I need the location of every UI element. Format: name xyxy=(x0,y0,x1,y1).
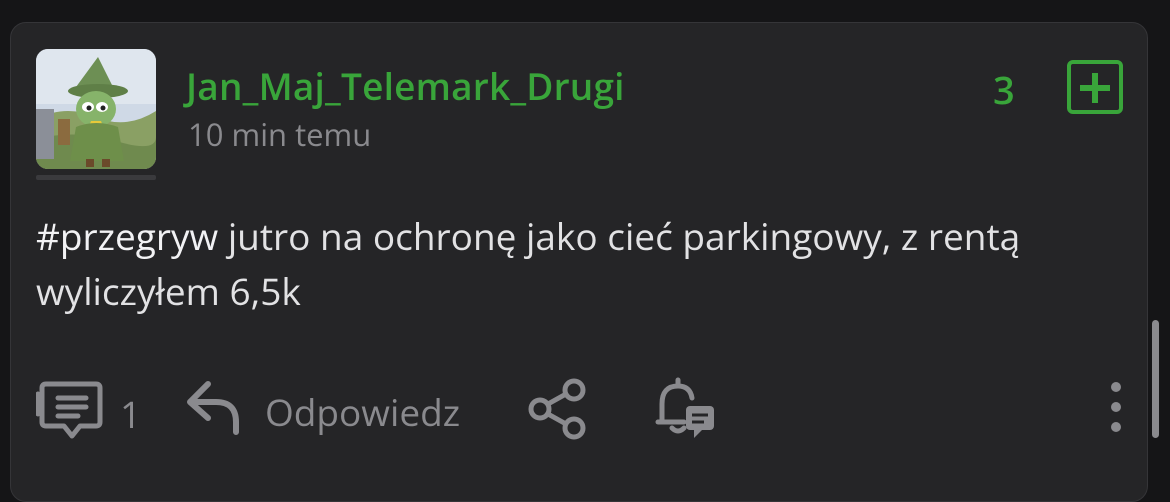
more-vertical-icon xyxy=(1111,382,1121,432)
reply-button[interactable] xyxy=(186,378,242,436)
post-time: 10 min temu xyxy=(188,114,372,156)
vote-count: 3 xyxy=(993,64,1015,116)
bell-comment-icon xyxy=(655,377,714,438)
comments-button[interactable] xyxy=(35,380,104,440)
hashtag-link[interactable]: #przegryw xyxy=(36,210,218,261)
post-body: #przegryw jutro na ochronę jako cieć par… xyxy=(36,208,1116,318)
share-icon xyxy=(528,378,586,440)
author-name[interactable]: Jan_Maj_Telemark_Drugi xyxy=(186,60,625,111)
avatar[interactable] xyxy=(36,49,156,169)
upvote-button[interactable] xyxy=(1067,60,1123,114)
more-button[interactable] xyxy=(1104,380,1128,434)
share-button[interactable] xyxy=(526,378,590,440)
comments-count[interactable]: 1 xyxy=(120,388,141,439)
reply-label[interactable]: Odpowiedz xyxy=(265,386,460,437)
plus-square-icon xyxy=(1080,73,1110,103)
reply-arrow-icon xyxy=(187,381,239,435)
avatar-underline xyxy=(36,175,156,180)
comment-icon xyxy=(35,381,103,439)
scrollbar[interactable] xyxy=(1152,320,1159,438)
notify-button[interactable] xyxy=(654,376,716,440)
